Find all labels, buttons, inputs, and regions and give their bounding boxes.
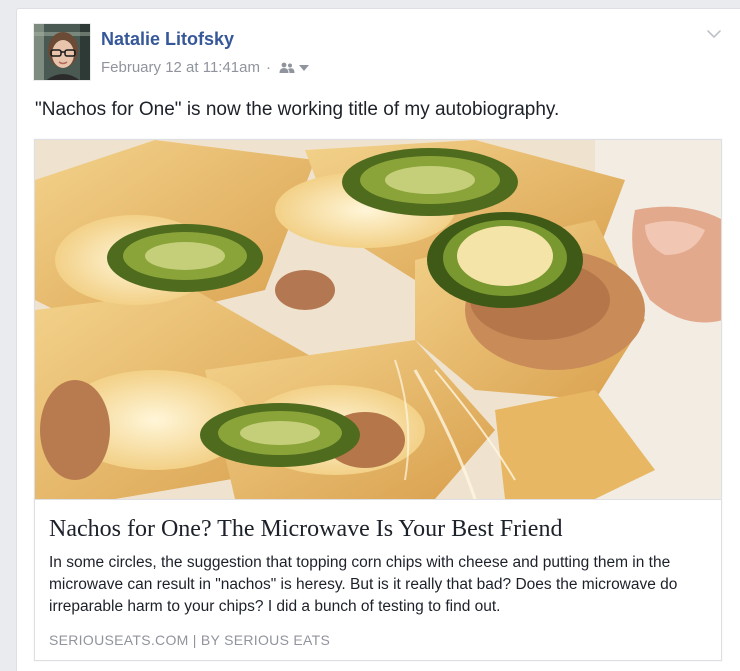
post-timestamp[interactable]: February 12 at 11:41am [101, 59, 260, 76]
post-text: "Nachos for One" is now the working titl… [35, 99, 560, 120]
link-title[interactable]: Nachos for One? The Microwave Is Your Be… [49, 516, 562, 543]
meta-separator: · [265, 59, 271, 76]
link-preview-card[interactable]: Nachos for One? The Microwave Is Your Be… [34, 139, 722, 661]
link-source: SERIOUSEATS.COM | BY SERIOUS EATS [49, 632, 331, 648]
avatar-photo [34, 24, 90, 80]
post-meta: February 12 at 11:41am · [101, 59, 309, 76]
friends-icon[interactable] [279, 62, 295, 74]
chevron-down-icon[interactable] [706, 27, 722, 41]
caret-down-icon[interactable] [298, 64, 309, 72]
link-preview-body: Nachos for One? The Microwave Is Your Be… [35, 499, 721, 660]
avatar[interactable] [33, 23, 91, 81]
feed-post: Natalie Litofsky February 12 at 11:41am … [16, 8, 740, 671]
link-description: In some circles, the suggestion that top… [49, 554, 678, 615]
nachos-photo[interactable] [35, 140, 722, 499]
author-name-link[interactable]: Natalie Litofsky [101, 29, 234, 50]
post-header: Natalie Litofsky February 12 at 11:41am … [31, 23, 721, 83]
